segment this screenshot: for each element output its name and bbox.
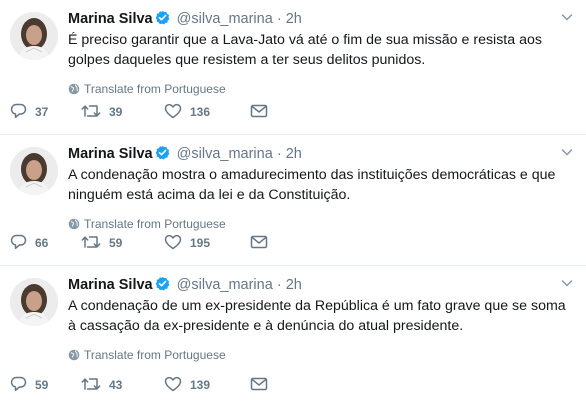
reply-count: 66 bbox=[35, 236, 49, 250]
reply-button[interactable]: 37 bbox=[10, 103, 48, 119]
like-button[interactable]: 136 bbox=[164, 103, 210, 119]
retweet-button[interactable]: 43 bbox=[81, 376, 122, 392]
timestamp[interactable]: 2h bbox=[286, 11, 302, 27]
reply-icon bbox=[10, 234, 27, 250]
translate-label[interactable]: Translate from Portuguese bbox=[84, 82, 226, 96]
tweet[interactable]: Marina Silva @silva_marina · 2h A conden… bbox=[0, 266, 586, 407]
retweet-count: 59 bbox=[109, 236, 123, 250]
like-count: 195 bbox=[190, 236, 211, 250]
verified-badge-icon bbox=[155, 145, 170, 165]
translate-link[interactable]: Translate from Portuguese bbox=[68, 82, 572, 96]
author-name[interactable]: Marina Silva bbox=[68, 146, 153, 162]
timestamp[interactable]: 2h bbox=[286, 146, 302, 162]
retweet-button[interactable]: 39 bbox=[81, 103, 122, 119]
author-handle[interactable]: @silva_marina bbox=[177, 11, 273, 27]
heart-icon bbox=[164, 103, 182, 119]
tweet-header: Marina Silva @silva_marina · 2h bbox=[68, 276, 574, 296]
separator-dot: · bbox=[276, 146, 282, 162]
chevron-down-icon[interactable] bbox=[560, 145, 574, 159]
globe-icon bbox=[68, 217, 84, 231]
like-count: 136 bbox=[190, 105, 211, 119]
author-handle[interactable]: @silva_marina bbox=[177, 277, 273, 293]
retweet-button[interactable]: 59 bbox=[81, 234, 122, 250]
retweet-icon bbox=[81, 236, 101, 250]
reply-button[interactable]: 59 bbox=[10, 376, 48, 392]
heart-icon bbox=[164, 376, 182, 392]
like-count: 139 bbox=[190, 378, 211, 392]
reply-button[interactable]: 66 bbox=[10, 234, 48, 250]
like-button[interactable]: 139 bbox=[164, 376, 210, 392]
tweet-text: A condenação mostra o amadurecimento das… bbox=[68, 167, 556, 203]
tweet[interactable]: Marina Silva @silva_marina · 2h É precis… bbox=[0, 0, 586, 135]
message-button[interactable] bbox=[250, 234, 268, 250]
globe-icon bbox=[68, 348, 84, 362]
like-button[interactable]: 195 bbox=[164, 234, 210, 250]
separator-dot: · bbox=[276, 11, 282, 27]
chevron-down-icon[interactable] bbox=[560, 10, 574, 24]
translate-link[interactable]: Translate from Portuguese bbox=[68, 217, 572, 231]
reply-icon bbox=[10, 103, 27, 119]
tweet-header: Marina Silva @silva_marina · 2h bbox=[68, 10, 574, 30]
retweet-count: 39 bbox=[109, 105, 123, 119]
heart-icon bbox=[164, 234, 182, 250]
reply-icon bbox=[10, 376, 27, 392]
verified-badge-icon bbox=[155, 276, 170, 296]
globe-icon bbox=[68, 82, 84, 96]
translate-label[interactable]: Translate from Portuguese bbox=[84, 217, 226, 231]
reply-count: 59 bbox=[35, 378, 49, 392]
retweet-icon bbox=[81, 105, 101, 119]
reply-count: 37 bbox=[35, 105, 49, 119]
chevron-down-icon[interactable] bbox=[560, 276, 574, 290]
tweet-feed: Marina Silva @silva_marina · 2h É precis… bbox=[0, 0, 586, 407]
author-handle[interactable]: @silva_marina bbox=[177, 146, 273, 162]
tweet-text: É preciso garantir que a Lava-Jato vá at… bbox=[68, 32, 542, 68]
message-button[interactable] bbox=[250, 376, 268, 392]
retweet-count: 43 bbox=[109, 378, 123, 392]
envelope-icon bbox=[250, 377, 268, 392]
tweet-text: A condenação de um ex-presidente da Repú… bbox=[68, 298, 566, 334]
author-name[interactable]: Marina Silva bbox=[68, 277, 153, 293]
envelope-icon bbox=[250, 104, 268, 119]
envelope-icon bbox=[250, 235, 268, 250]
translate-link[interactable]: Translate from Portuguese bbox=[68, 348, 572, 362]
tweet[interactable]: Marina Silva @silva_marina · 2h A conden… bbox=[0, 135, 586, 266]
avatar[interactable] bbox=[10, 147, 58, 195]
verified-badge-icon bbox=[155, 10, 170, 30]
author-name[interactable]: Marina Silva bbox=[68, 11, 153, 27]
translate-label[interactable]: Translate from Portuguese bbox=[84, 348, 226, 362]
avatar[interactable] bbox=[10, 12, 58, 60]
avatar[interactable] bbox=[10, 278, 58, 326]
separator-dot: · bbox=[276, 277, 282, 293]
message-button[interactable] bbox=[250, 103, 268, 119]
timestamp[interactable]: 2h bbox=[286, 277, 302, 293]
retweet-icon bbox=[81, 378, 101, 392]
tweet-header: Marina Silva @silva_marina · 2h bbox=[68, 145, 574, 165]
